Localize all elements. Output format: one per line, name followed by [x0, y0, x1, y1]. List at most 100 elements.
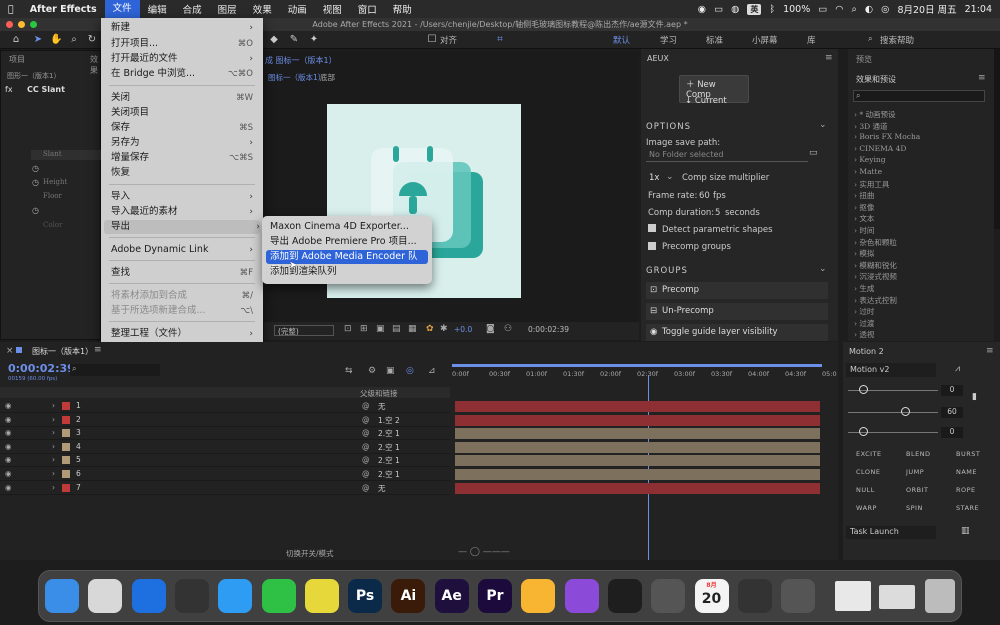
tab-project[interactable]: 项目 — [9, 54, 25, 65]
layer-row[interactable]: ◉ › 1 @ 无 — [0, 400, 450, 413]
effects-category-item[interactable]: › 抠像 — [854, 202, 874, 213]
parent-select[interactable]: 1.空 2 — [378, 415, 434, 426]
siri-icon[interactable]: ◎ — [881, 4, 889, 15]
principle-icon[interactable] — [564, 579, 599, 613]
chevron-right-icon[interactable]: › — [52, 483, 55, 492]
file-menu-item[interactable]: 关闭 ⌘W — [111, 91, 253, 105]
pickwhip-icon[interactable]: @ — [362, 455, 370, 464]
wechat-status-icon[interactable]: ◍ — [731, 4, 739, 15]
detect-checkbox[interactable] — [648, 224, 656, 232]
eye-icon[interactable]: ◉ — [5, 469, 12, 478]
qq-browser-icon[interactable] — [218, 579, 253, 613]
file-menu-item[interactable]: 另存为 › — [111, 136, 253, 150]
motion-button-jump[interactable]: JUMP — [906, 468, 924, 476]
slider-knob-3[interactable] — [859, 427, 868, 436]
file-menu-item[interactable]: 保存 ⌘S — [111, 121, 253, 135]
precomp-button[interactable]: ⊡ Precomp — [646, 282, 828, 299]
panel-menu-icon[interactable]: ≡ — [986, 346, 994, 356]
motion-version-select[interactable]: Motion v2 — [846, 363, 936, 377]
pickwhip-icon[interactable]: @ — [362, 401, 370, 410]
menu-composition[interactable]: 合成 — [175, 2, 210, 16]
toggle-guide-button[interactable]: ◉ Toggle guide layer visibility — [646, 324, 828, 341]
eye-icon[interactable]: ◉ — [5, 415, 12, 424]
draft-3d-icon[interactable]: ⚙ — [368, 366, 376, 376]
layer-duration-bar[interactable] — [455, 414, 820, 426]
finder-icon[interactable] — [45, 579, 79, 613]
exposure-value[interactable]: +0.0 — [454, 325, 472, 334]
window-thumbnail[interactable] — [879, 585, 915, 609]
battery-icon[interactable]: ▭ — [818, 4, 827, 15]
precomp-groups-checkbox[interactable] — [648, 242, 656, 250]
parent-select[interactable]: 无 — [378, 483, 434, 494]
channel-icon[interactable]: ▤ — [392, 324, 401, 334]
menu-animation[interactable]: 动画 — [280, 2, 315, 16]
snap-checkbox[interactable]: ☐ — [426, 34, 438, 46]
eye-icon[interactable]: ◉ — [5, 401, 12, 410]
bluetooth-icon[interactable]: ᛒ — [769, 4, 775, 15]
mountain-graph-icon[interactable]: ⩘ — [955, 364, 960, 374]
hand-tool-icon[interactable]: ✋ — [50, 34, 62, 46]
effects-category-item[interactable]: › 过时 — [854, 306, 874, 317]
motion-button-excite[interactable]: EXCITE — [856, 450, 882, 458]
shy-icon[interactable]: ▣ — [386, 366, 395, 376]
eye-icon[interactable]: ◉ — [5, 483, 12, 492]
file-menu-item[interactable]: 查找 ⌘F — [111, 266, 253, 280]
label-color-swatch[interactable] — [62, 456, 70, 465]
motion-button-spin[interactable]: SPIN — [906, 504, 923, 512]
eye-icon[interactable]: ◉ — [5, 442, 12, 451]
parent-select[interactable]: 无 — [378, 401, 434, 412]
current-button[interactable]: ↓ Current — [685, 96, 727, 106]
grid-icon[interactable]: ⊞ — [360, 324, 368, 334]
motion-button-orbit[interactable]: ORBIT — [906, 486, 928, 494]
slider-knob-1[interactable] — [859, 385, 868, 394]
menu-window[interactable]: 窗口 — [350, 2, 385, 16]
tab-effect-controls[interactable]: 效果 — [90, 54, 100, 76]
effects-category-item[interactable]: › 生成 — [854, 283, 874, 294]
eraser-tool-icon[interactable]: ◆ — [268, 34, 280, 46]
file-menu-item[interactable]: 新建 › — [111, 21, 253, 35]
graph-editor-icon[interactable]: ⊿ — [428, 366, 436, 376]
chevron-right-icon[interactable]: › — [52, 455, 55, 464]
comp-tab[interactable]: 成 图标一（版本1） — [265, 55, 337, 66]
wifi-icon[interactable]: ◠ — [835, 4, 843, 15]
quality-select[interactable]: (完整) — [274, 325, 334, 336]
viewer-timecode[interactable]: 0:00:02:39 — [528, 325, 569, 334]
duration-value[interactable]: 5 — [715, 208, 720, 218]
slider-value-1[interactable]: 0 — [941, 385, 963, 396]
label-color-swatch[interactable] — [62, 402, 70, 410]
file-menu-item[interactable]: Adobe Dynamic Link › — [111, 243, 253, 257]
app-menu[interactable]: After Effects — [22, 4, 105, 15]
photoshop-icon[interactable]: Ps — [348, 579, 383, 613]
motion-button-rope[interactable]: ROPE — [956, 486, 976, 494]
prop-color[interactable]: Color — [43, 221, 62, 229]
effects-category-item[interactable]: › Keying — [854, 155, 886, 164]
trash-icon[interactable]: ▥ — [961, 526, 970, 536]
chevron-down-icon[interactable]: ⌄ — [666, 172, 674, 182]
chevron-right-icon[interactable]: › — [52, 442, 55, 451]
motion-button-burst[interactable]: BURST — [956, 450, 980, 458]
work-area-bar[interactable] — [452, 364, 822, 367]
file-menu-item[interactable]: 整理工程（文件） › — [111, 327, 253, 341]
trash-icon[interactable] — [925, 579, 955, 613]
motion-button-null[interactable]: NULL — [856, 486, 875, 494]
workspace-learn[interactable]: 学习 — [660, 34, 677, 46]
effects-category-item[interactable]: › 模糊和锐化 — [854, 260, 897, 271]
label-color-swatch[interactable] — [62, 470, 70, 478]
minimize-window-button[interactable] — [18, 21, 25, 28]
roto-tool-icon[interactable]: ✎ — [288, 34, 300, 46]
parent-select[interactable]: 2.空 1 — [378, 442, 434, 453]
menu-help[interactable]: 帮助 — [385, 2, 420, 16]
effects-category-item[interactable]: › 扭曲 — [854, 190, 874, 201]
figma-icon[interactable] — [607, 579, 642, 613]
color-icon[interactable]: ✿ — [426, 324, 434, 334]
frame-rate-value[interactable]: 60 — [699, 191, 710, 201]
file-menu-item[interactable]: 导入最近的素材 › — [111, 205, 253, 219]
parent-select[interactable]: 2.空 1 — [378, 428, 434, 439]
parent-select[interactable]: 2.空 1 — [378, 469, 434, 480]
effects-category-item[interactable]: › 沉浸式视频 — [854, 271, 897, 282]
layer-row[interactable]: ◉ › 2 @1.空 2 — [0, 414, 450, 427]
options-collapse-icon[interactable]: ⌄ — [819, 120, 827, 130]
size-multiplier-select[interactable]: 1x — [649, 173, 659, 183]
zoom-tool-icon[interactable]: ⌕ — [68, 34, 80, 46]
workspace-standard[interactable]: 标准 — [706, 34, 723, 46]
